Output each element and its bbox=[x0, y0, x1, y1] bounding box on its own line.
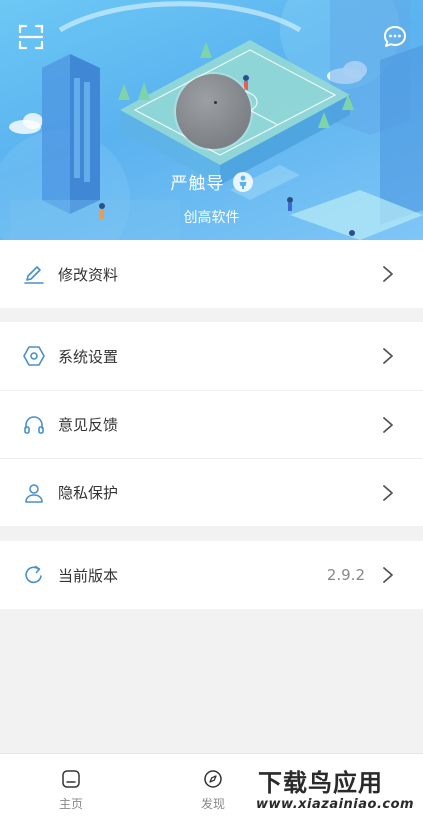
settings-icon bbox=[23, 346, 45, 366]
menu-group-version: 当前版本 2.9.2 bbox=[0, 541, 423, 609]
edit-profile-row[interactable]: 修改资料 bbox=[0, 240, 423, 308]
tab-discover-label: 发现 bbox=[200, 797, 225, 811]
message-icon[interactable] bbox=[382, 24, 408, 50]
feedback-row[interactable]: 意见反馈 bbox=[0, 390, 423, 458]
profile-header: 严触导 创高软件 bbox=[0, 0, 423, 240]
tab-home-label: 主页 bbox=[58, 797, 83, 811]
refresh-icon bbox=[25, 565, 42, 584]
chevron-right-icon bbox=[383, 416, 393, 433]
edit-profile-label: 修改资料 bbox=[58, 265, 119, 284]
system-settings-row[interactable]: 系统设置 bbox=[0, 322, 423, 390]
feedback-label: 意见反馈 bbox=[58, 416, 119, 434]
chevron-right-icon bbox=[383, 567, 393, 583]
menu-group-settings: 系统设置 意见反馈 隐私保护 bbox=[0, 322, 423, 526]
user-name-row: 严触导 bbox=[0, 169, 423, 194]
current-version-row[interactable]: 当前版本 2.9.2 bbox=[0, 541, 423, 609]
tab-discover[interactable]: 发现 bbox=[163, 754, 263, 821]
home-icon bbox=[62, 770, 80, 788]
privacy-row[interactable]: 隐私保护 bbox=[0, 458, 423, 526]
gender-icon bbox=[232, 171, 253, 192]
user-icon bbox=[25, 483, 43, 503]
company-name: 创高软件 bbox=[183, 210, 240, 226]
edit-icon bbox=[24, 266, 44, 284]
menu-group-profile: 修改资料 bbox=[0, 240, 423, 308]
chevron-right-icon bbox=[383, 348, 393, 364]
watermark-url: www.xiazainiao.com bbox=[256, 797, 415, 812]
chevron-right-icon bbox=[383, 484, 393, 501]
version-number: 2.9.2 bbox=[326, 566, 365, 584]
headphones-icon bbox=[24, 415, 44, 434]
chevron-right-icon bbox=[383, 266, 393, 282]
user-name: 严触导 bbox=[170, 174, 225, 194]
scan-icon[interactable] bbox=[18, 24, 44, 50]
tab-home[interactable]: 主页 bbox=[21, 754, 121, 821]
current-version-label: 当前版本 bbox=[58, 566, 119, 585]
system-settings-label: 系统设置 bbox=[58, 347, 119, 366]
compass-icon bbox=[204, 770, 222, 788]
watermark: 下载鸟应用 www.xiazainiao.com bbox=[252, 763, 420, 819]
watermark-text: 下载鸟应用 bbox=[258, 769, 383, 797]
avatar[interactable] bbox=[176, 74, 251, 149]
privacy-label: 隐私保护 bbox=[58, 484, 119, 502]
